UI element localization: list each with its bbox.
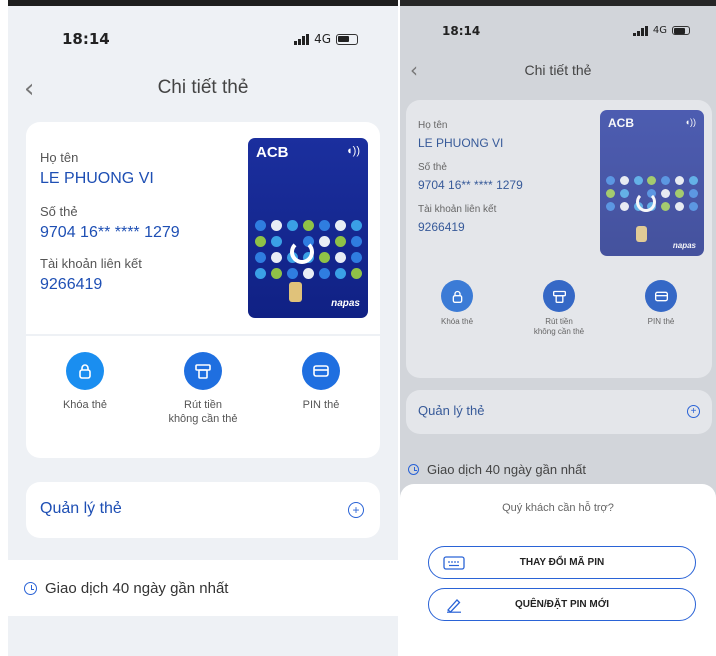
card-detail-dimmed-screen: 18:14 4G ‹ Chi tiết thẻ Họ tên LE PHUONG… — [400, 0, 716, 656]
card-image[interactable]: ACB ◖)) napas — [248, 138, 368, 318]
name-label: Họ tên — [418, 120, 448, 131]
plus-circle-icon: + — [687, 405, 700, 418]
support-question: Quý khách cần hỗ trợ? — [502, 502, 614, 514]
status-time: 18:14 — [62, 30, 110, 48]
signal-group: 4G — [294, 32, 358, 46]
manage-card-label: Quản lý thẻ — [40, 500, 122, 517]
nav-bar: ‹ Chi tiết thẻ — [400, 58, 716, 88]
napas-logo: napas — [672, 241, 696, 250]
battery-icon — [336, 33, 358, 45]
linked-account-label: Tài khoản liên kết — [418, 204, 497, 215]
linked-account-value: 9266419 — [418, 220, 465, 234]
card-actions: Khóa thẻ Rút tiền không cần thẻ PIN thẻ — [26, 352, 380, 427]
card-number-label: Số thẻ — [418, 162, 447, 173]
network-type: 4G — [314, 32, 331, 46]
lock-card-label: Khóa thẻ — [62, 399, 108, 411]
card-pin-label: PIN thẻ — [647, 317, 675, 326]
name-value: LE PHUONG VI — [40, 170, 154, 187]
change-pin-label: THAY ĐỔI MÃ PIN — [519, 557, 605, 568]
clock-icon — [24, 582, 37, 595]
app-screenshot: 18:14 4G ‹ Chi tiết thẻ Họ tên LE PHUONG… — [0, 0, 716, 656]
card-brand: ACB — [608, 116, 634, 130]
name-value: LE PHUONG VI — [418, 136, 504, 150]
cardless-withdraw-label: Rút tiền không cần thẻ — [533, 317, 585, 337]
card-number-value: 9704 16** **** 1279 — [40, 224, 180, 241]
card-brand: ACB — [256, 144, 289, 161]
card-pin-button[interactable]: PIN thẻ — [266, 352, 376, 427]
signal-group: 4G — [632, 25, 690, 36]
signal-icon — [632, 25, 648, 36]
card-image[interactable]: ACB ◖)) napas — [600, 110, 704, 256]
manage-card-label: Quản lý thẻ — [418, 403, 485, 418]
atm-icon — [543, 280, 575, 312]
plus-circle-icon: + — [348, 502, 364, 518]
transactions-label: Giao dịch 40 ngày gần nhất — [427, 462, 587, 477]
manage-card-row[interactable]: Quản lý thẻ + — [406, 390, 712, 434]
card-logo-arc — [290, 240, 314, 264]
card-icon — [645, 280, 677, 312]
card-number-label: Số thẻ — [40, 204, 78, 219]
lock-card-label: Khóa thẻ — [440, 317, 474, 326]
transactions-bar: Giao dịch 40 ngày gần nhất — [8, 560, 398, 616]
name-label: Họ tên — [40, 150, 79, 165]
manage-card-row[interactable]: Quản lý thẻ + — [26, 482, 380, 538]
lock-icon — [66, 352, 104, 390]
divider — [26, 334, 380, 336]
napas-logo: napas — [331, 298, 360, 309]
network-type: 4G — [652, 25, 667, 36]
card-pin-label: PIN thẻ — [302, 399, 340, 411]
transactions-row[interactable]: Giao dịch 40 ngày gần nhất — [24, 580, 228, 597]
battery-icon — [672, 26, 690, 35]
nav-bar: ‹ Chi tiết thẻ — [8, 72, 398, 104]
card-chip — [636, 226, 647, 242]
forgot-pin-button[interactable]: QUÊN/ĐẶT PIN MỚI — [428, 588, 696, 621]
status-bar: 18:14 4G — [400, 18, 716, 48]
contactless-icon: ◖)) — [684, 117, 696, 127]
card-chip — [289, 282, 302, 302]
linked-account-label: Tài khoản liên kết — [40, 256, 142, 271]
support-sheet: Quý khách cần hỗ trợ? THAY ĐỔI MÃ PIN QU… — [400, 484, 716, 656]
cardless-withdraw-button[interactable]: Rút tiền không cần thẻ — [514, 280, 604, 338]
cardless-withdraw-button[interactable]: Rút tiền không cần thẻ — [148, 352, 258, 427]
lock-icon — [441, 280, 473, 312]
cardless-withdraw-label: Rút tiền không cần thẻ — [168, 399, 238, 426]
top-bar — [400, 0, 716, 6]
lock-card-button[interactable]: Khóa thẻ — [412, 280, 502, 338]
contactless-icon: ◖)) — [346, 145, 360, 157]
card-number-value: 9704 16** **** 1279 — [418, 178, 523, 192]
status-time: 18:14 — [442, 24, 481, 38]
status-bar: 18:14 4G — [8, 28, 398, 58]
card-pin-button[interactable]: PIN thẻ — [616, 280, 706, 338]
linked-account-value: 9266419 — [40, 276, 103, 293]
signal-icon — [294, 33, 310, 45]
transactions-label: Giao dịch 40 ngày gần nhất — [45, 580, 229, 597]
card-actions: Khóa thẻ Rút tiền không cần thẻ PIN thẻ — [406, 280, 712, 338]
card-detail-screen: 18:14 4G ‹ Chi tiết thẻ Họ tên LE PHUONG… — [8, 0, 398, 656]
lock-card-button[interactable]: Khóa thẻ — [30, 352, 140, 427]
card-logo-arc — [636, 192, 656, 212]
card-panel: Họ tên LE PHUONG VI Số thẻ 9704 16** ***… — [406, 100, 712, 378]
atm-icon — [184, 352, 222, 390]
page-title: Chi tiết thẻ — [524, 62, 592, 78]
forgot-pin-label: QUÊN/ĐẶT PIN MỚI — [514, 599, 610, 610]
card-icon — [302, 352, 340, 390]
transactions-row[interactable]: Giao dịch 40 ngày gần nhất — [408, 462, 586, 477]
page-title: Chi tiết thẻ — [157, 77, 249, 98]
change-pin-button[interactable]: THAY ĐỔI MÃ PIN — [428, 546, 696, 579]
clock-icon — [408, 464, 419, 475]
top-bar — [8, 0, 398, 6]
